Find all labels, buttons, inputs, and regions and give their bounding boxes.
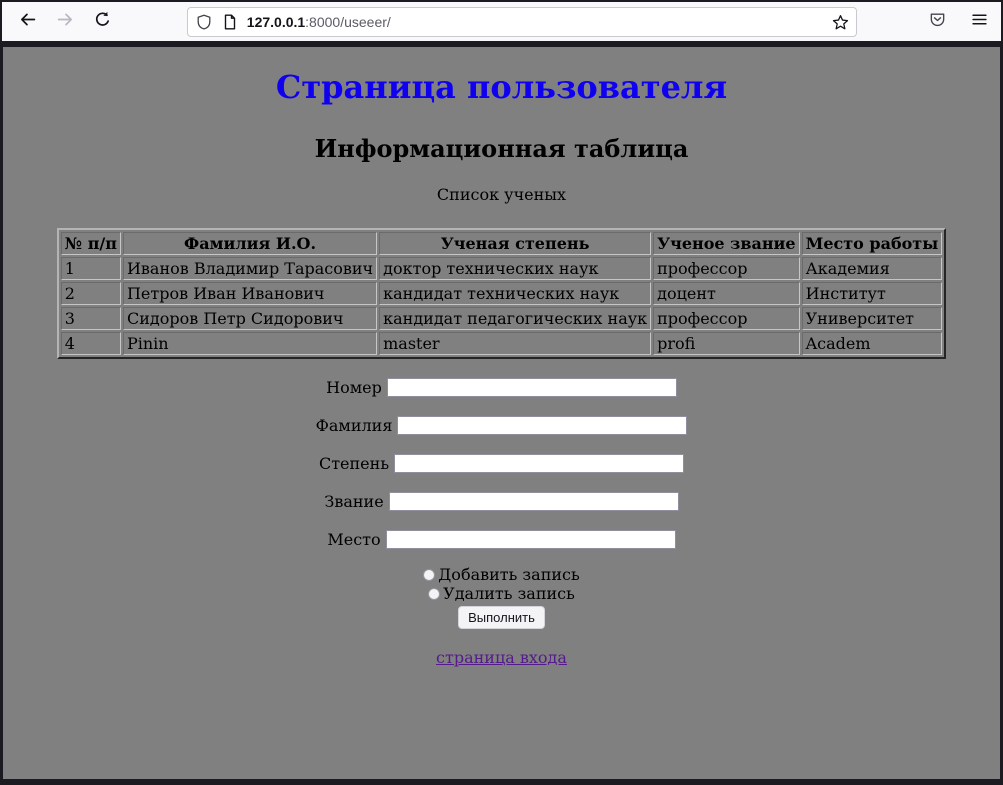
- add-record-label: Добавить запись: [438, 565, 579, 584]
- header-surname: Фамилия И.О.: [123, 232, 377, 255]
- cell-number: 2: [61, 282, 121, 305]
- cell-work: Academ: [802, 332, 943, 355]
- cell-degree: доктор технических наук: [379, 257, 651, 280]
- degree-field[interactable]: [394, 454, 684, 473]
- url-bar[interactable]: 127.0.0.1:8000/useeer/: [187, 7, 857, 37]
- cell-degree: master: [379, 332, 651, 355]
- cell-surname: Pinin: [123, 332, 377, 355]
- table-row: 3 Сидоров Петр Сидорович кандидат педаго…: [61, 307, 943, 330]
- cell-title: доцент: [653, 282, 799, 305]
- cell-work: Академия: [802, 257, 943, 280]
- radio-row-add: Добавить запись: [3, 565, 1000, 584]
- cell-title: профессор: [653, 257, 799, 280]
- toolbar-right-icons: [857, 12, 1001, 32]
- place-label: Место: [327, 530, 380, 549]
- cell-surname: Иванов Владимир Тарасович: [123, 257, 377, 280]
- form-row-surname: Фамилия: [3, 415, 1000, 435]
- surname-field[interactable]: [397, 416, 687, 435]
- form-row-place: Место: [3, 529, 1000, 549]
- page-title: Страница пользователя: [3, 68, 1000, 106]
- url-host: 127.0.0.1: [247, 14, 305, 30]
- number-label: Номер: [326, 378, 382, 397]
- url-text[interactable]: 127.0.0.1:8000/useeer/: [247, 14, 832, 30]
- form-row-number: Номер: [3, 377, 1000, 397]
- form-row-title: Звание: [3, 491, 1000, 511]
- cell-degree: кандидат педагогических наук: [379, 307, 651, 330]
- shield-icon[interactable]: [196, 14, 212, 30]
- cell-surname: Петров Иван Иванович: [123, 282, 377, 305]
- back-arrow-icon: [19, 11, 36, 33]
- place-field[interactable]: [386, 530, 676, 549]
- cell-work: Институт: [802, 282, 943, 305]
- bookmark-star-icon[interactable]: [832, 14, 848, 30]
- header-title: Ученое звание: [653, 232, 799, 255]
- login-page-link[interactable]: страница входа: [436, 648, 567, 667]
- number-field[interactable]: [387, 378, 677, 397]
- delete-record-radio[interactable]: [428, 588, 440, 600]
- title-label: Звание: [324, 492, 383, 511]
- menu-button[interactable]: [969, 12, 989, 32]
- page-info-icon[interactable]: [222, 14, 238, 30]
- cell-surname: Сидоров Петр Сидорович: [123, 307, 377, 330]
- reload-button[interactable]: [93, 12, 113, 32]
- page-subtitle: Информационная таблица: [3, 134, 1000, 163]
- header-number: № п/п: [61, 232, 121, 255]
- table-header-row: № п/п Фамилия И.О. Ученая степень Ученое…: [61, 232, 943, 255]
- execute-button[interactable]: Выполнить: [458, 606, 545, 629]
- pocket-save-button[interactable]: [927, 12, 947, 32]
- table-row: 1 Иванов Владимир Тарасович доктор техни…: [61, 257, 943, 280]
- cell-degree: кандидат технических наук: [379, 282, 651, 305]
- cell-title: профессор: [653, 307, 799, 330]
- url-path: :8000/useeer/: [305, 14, 391, 30]
- page-content: Страница пользователя Информационная таб…: [3, 47, 1000, 779]
- forward-arrow-icon: [57, 11, 74, 33]
- cell-work: Университет: [802, 307, 943, 330]
- hamburger-menu-icon: [971, 11, 988, 33]
- degree-label: Степень: [319, 454, 389, 473]
- reload-icon: [94, 11, 111, 33]
- browser-toolbar: 127.0.0.1:8000/useeer/: [2, 2, 1001, 41]
- radio-row-delete: Удалить запись: [3, 584, 1000, 603]
- pocket-icon: [929, 11, 946, 33]
- cell-title: profi: [653, 332, 799, 355]
- surname-label: Фамилия: [316, 416, 393, 435]
- back-button[interactable]: [18, 12, 38, 32]
- form-row-degree: Степень: [3, 453, 1000, 473]
- table-row: 4 Pinin master profi Academ: [61, 332, 943, 355]
- forward-button[interactable]: [56, 12, 76, 32]
- record-form: Номер Фамилия Степень Звание Место Добав…: [3, 377, 1000, 629]
- table-caption: Список ученых: [3, 185, 1000, 204]
- cell-number: 1: [61, 257, 121, 280]
- login-link-row: страница входа: [3, 648, 1000, 667]
- cell-number: 3: [61, 307, 121, 330]
- title-field[interactable]: [389, 492, 679, 511]
- header-work: Место работы: [802, 232, 943, 255]
- scientists-table: № п/п Фамилия И.О. Ученая степень Ученое…: [57, 228, 947, 359]
- cell-number: 4: [61, 332, 121, 355]
- header-degree: Ученая степень: [379, 232, 651, 255]
- table-row: 2 Петров Иван Иванович кандидат техничес…: [61, 282, 943, 305]
- delete-record-label: Удалить запись: [443, 584, 575, 603]
- action-radio-group: Добавить запись Удалить запись: [3, 565, 1000, 603]
- add-record-radio[interactable]: [423, 569, 435, 581]
